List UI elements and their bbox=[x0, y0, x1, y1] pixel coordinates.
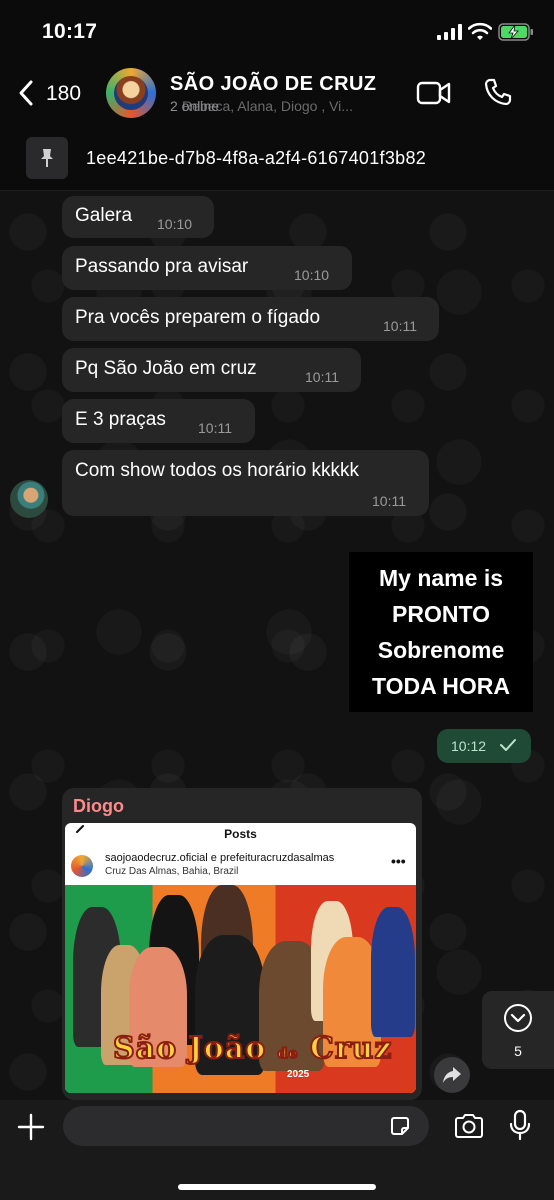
plus-icon[interactable] bbox=[16, 1112, 46, 1142]
voice-call-icon[interactable] bbox=[483, 77, 513, 107]
sticker-line: Sobrenome bbox=[377, 637, 505, 663]
online-status: 2 online bbox=[170, 98, 220, 114]
shared-screenshot[interactable]: Posts saojoaodecruz.oficial e prefeitura… bbox=[65, 823, 416, 1093]
message-text: Pra vocês preparem o fígado bbox=[75, 307, 321, 328]
more-options-icon: ••• bbox=[391, 853, 406, 869]
scroll-to-bottom-button[interactable]: 5 bbox=[482, 991, 554, 1069]
banner-text-end: Cruz bbox=[309, 1030, 393, 1067]
message-text: Com show todos os horário kkkkk bbox=[75, 460, 360, 481]
sticker-line: PRONTO bbox=[392, 601, 490, 627]
wifi-icon bbox=[468, 22, 492, 40]
message-input[interactable] bbox=[63, 1106, 429, 1146]
sticker-line: My name is bbox=[379, 565, 503, 591]
unread-badge-count: 5 bbox=[514, 1043, 522, 1059]
home-indicator bbox=[178, 1184, 376, 1190]
forward-button[interactable] bbox=[434, 1057, 470, 1093]
image-message-bubble[interactable]: Diogo Posts saojoaodecruz.oficial e pref… bbox=[62, 788, 422, 1100]
event-year: 2025 bbox=[287, 1069, 310, 1080]
message-time: 10:11 bbox=[383, 318, 417, 334]
message-bubble[interactable]: Pra vocês preparem o fígado 10:11 bbox=[62, 297, 439, 341]
post-image: São João de Cruz 2025 bbox=[65, 885, 416, 1093]
account-avatar bbox=[71, 855, 93, 877]
post-location: Cruz Das Almas, Bahia, Brazil bbox=[105, 866, 239, 877]
chat-header: 180 SÃO JOÃO DE CRUZ Rebeca, Alana, Diog… bbox=[0, 64, 554, 126]
chevron-down-circle-icon bbox=[504, 1004, 532, 1032]
forward-arrow-icon bbox=[443, 1067, 461, 1083]
message-text: Passando pra avisar bbox=[75, 256, 249, 277]
message-time: 10:10 bbox=[294, 267, 330, 283]
back-chevron-icon[interactable] bbox=[14, 78, 38, 108]
message-time: 10:11 bbox=[372, 493, 406, 509]
message-bubble[interactable]: Com show todos os horário kkkkk 10:11 bbox=[62, 450, 429, 516]
pinned-message-bar[interactable]: 1ee421be-d7b8-4f8a-a2f4-6167401f3b82 bbox=[0, 130, 554, 191]
account-name: saojoaodecruz.oficial e prefeituracruzda… bbox=[105, 852, 335, 864]
message-bubble[interactable]: Galera 10:10 bbox=[62, 196, 214, 238]
banner-de: de bbox=[277, 1045, 299, 1063]
message-bubble[interactable]: E 3 praças 10:11 bbox=[62, 399, 255, 443]
battery-charging-icon bbox=[498, 23, 533, 41]
pinned-message-text: 1ee421be-d7b8-4f8a-a2f4-6167401f3b82 bbox=[86, 148, 427, 168]
chat-subtitle[interactable]: Rebeca, Alana, Diogo , Vi... 2 online bbox=[170, 98, 400, 114]
artist-figure bbox=[371, 907, 415, 1037]
message-bubble[interactable]: Pq São João em cruz 10:11 bbox=[62, 348, 361, 392]
cellular-signal-icon bbox=[437, 24, 462, 40]
message-bubble[interactable]: Passando pra avisar 10:10 bbox=[62, 246, 352, 290]
event-banner: São João de Cruz bbox=[112, 1030, 393, 1067]
message-time: 10:12 bbox=[451, 738, 487, 754]
message-text: Pq São João em cruz bbox=[75, 358, 257, 379]
sticker-line: TODA HORA bbox=[372, 673, 510, 699]
message-time: 10:10 bbox=[157, 216, 193, 232]
video-call-icon[interactable] bbox=[416, 79, 452, 107]
camera-icon[interactable] bbox=[453, 1113, 485, 1139]
unread-count[interactable]: 180 bbox=[46, 82, 81, 106]
sent-time-bubble[interactable]: 10:12 bbox=[437, 729, 531, 763]
sender-avatar[interactable] bbox=[10, 480, 48, 518]
microphone-icon[interactable] bbox=[509, 1109, 531, 1141]
message-time: 10:11 bbox=[198, 420, 232, 436]
chat-title[interactable]: SÃO JOÃO DE CRUZ bbox=[170, 73, 376, 96]
message-text: E 3 praças bbox=[75, 409, 166, 430]
pin-icon-box bbox=[26, 137, 68, 179]
sender-name: Diogo bbox=[73, 796, 124, 816]
banner-text: São João bbox=[112, 1030, 267, 1067]
sticker-icon[interactable] bbox=[388, 1114, 412, 1138]
group-avatar[interactable] bbox=[106, 68, 156, 118]
message-text: Galera bbox=[75, 205, 133, 226]
status-bar: 10:17 bbox=[0, 0, 554, 64]
message-time: 10:11 bbox=[305, 369, 339, 385]
message-composer bbox=[0, 1100, 554, 1200]
status-time: 10:17 bbox=[42, 20, 98, 43]
delivered-check-icon bbox=[500, 739, 516, 751]
posts-header: Posts bbox=[224, 827, 257, 841]
sent-sticker-image[interactable]: My name is PRONTO Sobrenome TODA HORA bbox=[349, 552, 533, 712]
pin-icon bbox=[41, 149, 53, 167]
